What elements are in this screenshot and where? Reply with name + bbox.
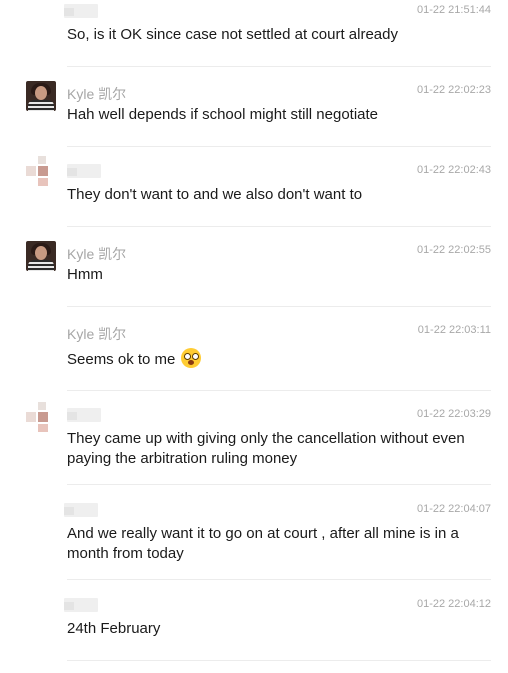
- message-text: So, is it OK since case not settled at c…: [67, 26, 398, 43]
- message-timestamp: 01-22 22:04:12: [416, 598, 491, 610]
- redacted-sender-name: [64, 4, 98, 18]
- message-timestamp: 01-22 22:03:29: [416, 408, 491, 420]
- message-divider: [67, 66, 491, 67]
- sender-name: Kyle 凯尔: [67, 246, 127, 262]
- message-divider: [67, 146, 491, 147]
- redacted-sender-name: [64, 598, 98, 612]
- message-timestamp: 01-22 22:03:11: [417, 324, 491, 336]
- redacted-sender-name: [64, 503, 98, 517]
- user-avatar[interactable]: [26, 241, 56, 271]
- message-divider: [67, 484, 491, 485]
- message-text: And we really want it to go on at court …: [67, 525, 459, 562]
- message-divider: [67, 390, 491, 391]
- message-text: They came up with giving only the cancel…: [67, 430, 465, 467]
- message-timestamp: 01-22 22:02:23: [416, 84, 491, 96]
- message-divider: [67, 579, 491, 580]
- message-text: Hmm: [67, 266, 103, 283]
- message-timestamp: 01-22 22:02:43: [416, 164, 491, 176]
- redacted-sender-name: [67, 408, 101, 422]
- message-divider: [67, 226, 491, 227]
- user-avatar[interactable]: [26, 81, 56, 111]
- sender-name: Kyle 凯尔: [67, 86, 127, 102]
- message-text: 24th February: [67, 620, 161, 637]
- message-divider: [67, 660, 491, 661]
- redacted-sender-name: [67, 164, 101, 178]
- message-divider: [67, 306, 491, 307]
- message-text: They don't want to and we also don't wan…: [67, 186, 363, 203]
- flushed-face-emoji: [181, 348, 202, 368]
- blurred-avatar[interactable]: [26, 156, 56, 186]
- message-text: Hah well depends if school might still n…: [67, 106, 379, 123]
- blurred-avatar[interactable]: [26, 402, 56, 432]
- message-timestamp: 01-22 22:02:55: [416, 244, 491, 256]
- sender-name: Kyle 凯尔: [67, 326, 127, 342]
- message-text: Seems ok to me: [67, 351, 176, 368]
- message-timestamp: 01-22 22:04:07: [416, 503, 491, 515]
- message-timestamp: 01-22 21:51:44: [416, 4, 491, 16]
- message-text-row: Seems ok to me: [67, 348, 467, 370]
